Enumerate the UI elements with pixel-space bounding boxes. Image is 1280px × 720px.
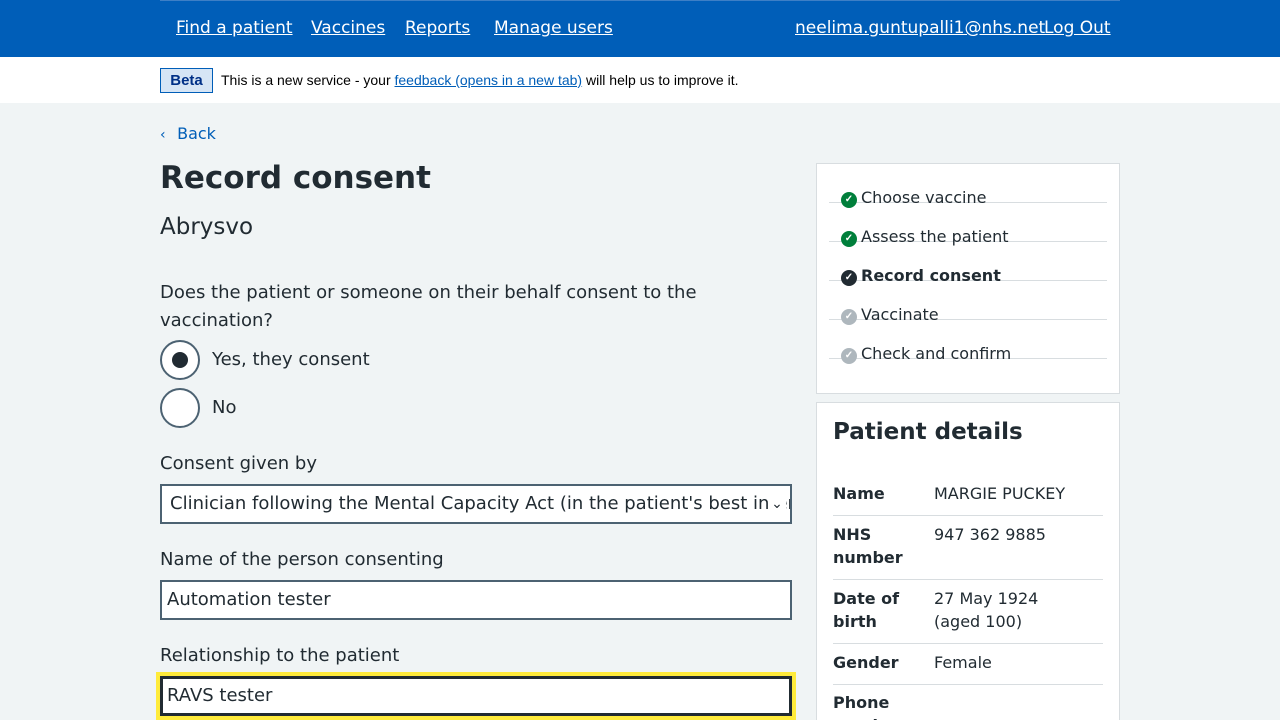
detail-value: MARGIE PUCKEY [934,484,1066,503]
beta-text: This is a new service - your feedback (o… [221,72,738,88]
nav-find-a-patient[interactable]: Find a patient [176,18,293,38]
detail-key: Phone number [833,693,903,720]
relationship-input[interactable]: RAVS tester [156,672,796,720]
radio-yes-consent[interactable] [160,340,200,380]
chevron-down-icon: ⌄ [768,486,786,522]
page-title: Record consent [160,160,431,196]
progress-steps: ✓ Choose vaccine ✓ Assess the patient ✓ … [816,163,1120,394]
detail-value: 27 May 1924 (aged 100) [934,589,1039,631]
radio-no-consent[interactable] [160,388,200,428]
relationship-label: Relationship to the patient [160,645,400,666]
step-choose-vaccine: ✓ Choose vaccine [829,164,1107,208]
detail-value: Female [934,653,992,672]
detail-key: Date of birth [833,589,900,631]
step-record-consent: ✓ Record consent [829,242,1107,286]
nav-vaccines[interactable]: Vaccines [311,18,385,38]
detail-row-nhs-number: NHS number 947 362 9885 [833,523,1103,580]
detail-value: 947 362 9885 [934,525,1046,544]
nav-reports[interactable]: Reports [405,18,470,38]
vaccine-name: Abrysvo [160,214,254,240]
detail-row-dob: Date of birth 27 May 1924 (aged 100) [833,587,1103,644]
feedback-link[interactable]: feedback (opens in a new tab) [395,72,583,88]
step-check-confirm: ✓ Check and confirm [829,320,1107,364]
back-label: Back [177,124,216,143]
check-circle-icon: ✓ [841,348,857,364]
detail-row-gender: Gender Female [833,651,1103,685]
consent-given-by-value: Clinician following the Mental Capacity … [170,493,792,514]
radio-yes-label[interactable]: Yes, they consent [212,349,370,370]
beta-text-before: This is a new service - your [221,72,395,88]
person-consenting-label: Name of the person consenting [160,549,444,570]
step-vaccinate: ✓ Vaccinate [829,281,1107,325]
patient-details-title: Patient details [833,419,1023,445]
person-consenting-input[interactable]: Automation tester [160,580,792,620]
detail-row-phone: Phone number [833,691,1103,720]
detail-row-name: Name MARGIE PUCKEY [833,482,1103,516]
detail-key: Name [833,484,885,503]
step-label: Check and confirm [861,344,1012,363]
detail-key: Gender [833,653,899,672]
header-nav: Find a patient Vaccines Reports Manage u… [160,0,1120,57]
consent-given-by-select[interactable]: Clinician following the Mental Capacity … [160,484,792,524]
beta-tag: Beta [160,68,213,93]
step-assess-patient: ✓ Assess the patient [829,203,1107,247]
radio-no-label[interactable]: No [212,397,236,418]
beta-text-after: will help us to improve it. [582,72,739,88]
site-header: Find a patient Vaccines Reports Manage u… [0,0,1280,57]
chevron-left-icon: ‹ [160,127,166,143]
user-email-link[interactable]: neelima.guntupalli1@nhs.net [795,18,1045,38]
logout-link[interactable]: Log Out [1044,18,1111,38]
consent-given-by-label: Consent given by [160,453,317,474]
beta-banner: Beta This is a new service - your feedba… [0,57,1280,103]
back-link[interactable]: ‹ Back [160,124,216,143]
nav-manage-users[interactable]: Manage users [494,18,613,38]
patient-details-card: Patient details Name MARGIE PUCKEY NHS n… [816,402,1120,720]
consent-question: Does the patient or someone on their beh… [160,282,697,331]
detail-key: NHS number [833,525,903,567]
